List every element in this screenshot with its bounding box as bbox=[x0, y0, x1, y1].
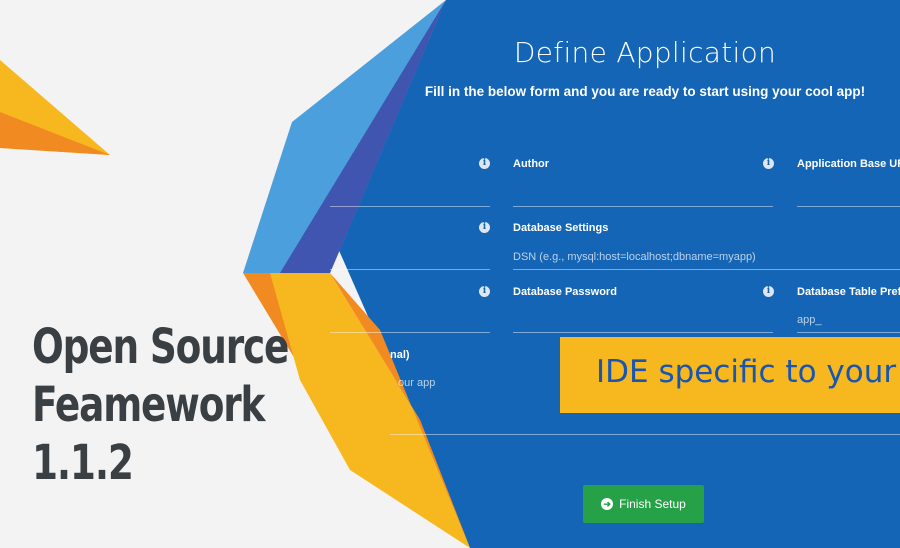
base-url-label: Application Base URL bbox=[797, 158, 900, 170]
info-icon[interactable]: i bbox=[763, 286, 774, 297]
form-title: Define Application bbox=[513, 36, 777, 69]
finish-setup-button[interactable]: ➜ Finish Setup bbox=[583, 485, 704, 523]
info-icon[interactable]: i bbox=[479, 286, 490, 297]
table-prefix-label: Database Table Prefix bbox=[797, 286, 900, 298]
info-icon[interactable]: i bbox=[479, 222, 490, 233]
headline-line-3: 1.1.2 bbox=[32, 435, 134, 491]
author-input[interactable] bbox=[513, 181, 773, 207]
headline-line-1: Open Source bbox=[32, 319, 289, 375]
database-dsn-input[interactable] bbox=[513, 244, 900, 270]
author-label: Author bbox=[513, 158, 550, 170]
database-password-input[interactable] bbox=[513, 307, 773, 333]
table-prefix-input[interactable] bbox=[797, 307, 900, 333]
info-icon[interactable]: i bbox=[479, 158, 490, 169]
field-underline bbox=[330, 206, 490, 207]
description-text[interactable]: our app bbox=[398, 377, 435, 389]
base-url-input[interactable] bbox=[797, 181, 900, 207]
headline: Open Source Feamework 1.1.2 bbox=[32, 318, 361, 492]
info-icon[interactable]: i bbox=[763, 158, 774, 169]
database-settings-label: Database Settings bbox=[513, 222, 609, 234]
description-label: nal) bbox=[390, 349, 410, 361]
promo-banner: IDE specific to your bbox=[560, 337, 900, 413]
finish-setup-label: Finish Setup bbox=[619, 497, 686, 511]
form-subtitle: Fill in the below form and you are ready… bbox=[424, 84, 866, 99]
headline-line-2: Feamework bbox=[32, 377, 265, 433]
description-underline bbox=[390, 434, 900, 435]
database-password-label: Database Password bbox=[513, 286, 617, 298]
arrow-right-circle-icon: ➜ bbox=[601, 498, 614, 510]
field-underline bbox=[330, 269, 490, 270]
